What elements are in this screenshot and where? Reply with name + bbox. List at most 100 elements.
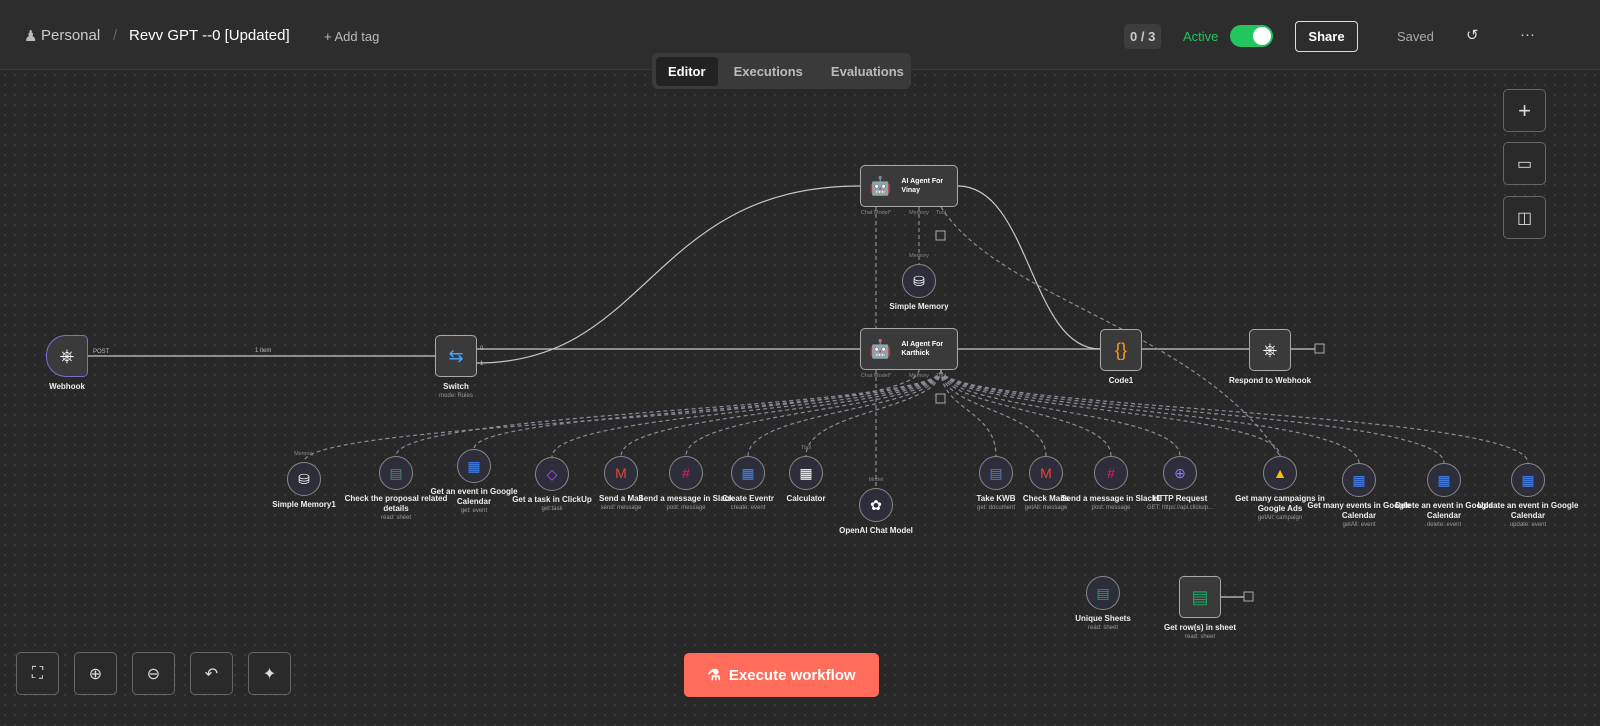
- undo-button[interactable]: ↶: [190, 652, 233, 695]
- clickup-icon: ◇: [546, 465, 558, 482]
- node-title: AI Agent For Vinay: [901, 178, 944, 194]
- sheets-icon: ▤: [1191, 586, 1209, 607]
- execute-workflow-button[interactable]: ⚗ Execute workflow: [684, 653, 879, 697]
- node-label: Unique Sheets read: sheet: [1048, 614, 1158, 633]
- add-node-button[interactable]: +: [1503, 89, 1546, 132]
- breadcrumb-separator: /: [113, 27, 118, 44]
- node-getrows[interactable]: ▤: [1179, 576, 1221, 618]
- subnode-get-many-campaigns-in-google-ads[interactable]: ▲: [1263, 456, 1297, 490]
- fit-view-button[interactable]: ⛶: [16, 652, 59, 695]
- node-respond[interactable]: ⎈: [1249, 329, 1291, 371]
- edge-label: 1: [480, 361, 484, 367]
- node-subtitle: update: event: [1509, 522, 1547, 528]
- edge-agent2-memory[interactable]: [303, 369, 920, 463]
- subnode-get-many-events-in-google-calendar[interactable]: ▦: [1342, 463, 1376, 497]
- code-icon: {}: [1114, 339, 1128, 360]
- node-title: Webhook: [49, 382, 85, 391]
- node-agent1[interactable]: 🤖 AI Agent For Vinay: [860, 165, 958, 207]
- slack-icon: #: [1107, 465, 1115, 481]
- edge-agent2-tool[interactable]: [473, 369, 942, 450]
- subnode-openai-chat-model[interactable]: ✿: [859, 488, 893, 522]
- workflow-counter: 0 / 3: [1124, 24, 1162, 49]
- share-button[interactable]: Share: [1295, 21, 1358, 52]
- node-agent2[interactable]: 🤖 AI Agent For Karthick: [860, 328, 958, 370]
- database-icon: ⛁: [913, 272, 925, 289]
- subnode-http-request[interactable]: ⊕: [1163, 456, 1197, 490]
- active-toggle[interactable]: [1230, 25, 1273, 47]
- docs-icon: ▤: [989, 464, 1003, 481]
- webhook-icon: ⎈: [1262, 339, 1278, 360]
- node-title: HTTP Request: [1152, 494, 1208, 503]
- subnode-send-a-mail[interactable]: M: [604, 456, 638, 490]
- zoom-in-button[interactable]: ⊕: [74, 652, 117, 695]
- node-label: Respond to Webhook: [1215, 376, 1325, 386]
- subnode-get-an-event-in-google-calendar[interactable]: ▦: [457, 449, 491, 483]
- node-code[interactable]: {}: [1100, 329, 1142, 371]
- connections-layer: POST 1 item 01: [88, 185, 1529, 602]
- port-label: Tool: [935, 210, 947, 216]
- node-label: Simple Memory: [864, 302, 974, 312]
- zoom-out-button[interactable]: ⊖: [132, 652, 175, 695]
- node-label: Switch mode: Rules: [401, 382, 511, 401]
- robot-icon: 🤖: [869, 175, 892, 196]
- calendar-icon: ▦: [741, 464, 755, 481]
- workflow-title[interactable]: Revv GPT --0 [Updated]: [129, 27, 290, 44]
- node-webhook[interactable]: ⎈: [46, 335, 88, 377]
- subnode-delete-an-event-in-google-calendar[interactable]: ▦: [1427, 463, 1461, 497]
- saved-status: Saved: [1397, 29, 1434, 44]
- node-title: Simple Memory: [889, 302, 949, 311]
- sheets-icon: ▤: [1096, 584, 1110, 601]
- robot-icon: 🤖: [869, 338, 892, 359]
- subnode-take-kwb[interactable]: ▤: [979, 456, 1013, 490]
- edge-agent2-tool[interactable]: [940, 369, 997, 457]
- edge-agent2-tool[interactable]: [620, 369, 942, 457]
- add-connection-plus-icon[interactable]: [1314, 343, 1325, 354]
- slack-icon: #: [682, 465, 690, 481]
- subnode-get-a-task-in-clickup[interactable]: ◇: [535, 457, 569, 491]
- sticky-note-button[interactable]: ▭: [1503, 142, 1546, 185]
- node-switch[interactable]: ⇆: [435, 335, 477, 377]
- subnode-send-a-message-in-slack1[interactable]: #: [1094, 456, 1128, 490]
- node-label: Calculator: [751, 494, 861, 504]
- edge-switch-agent1[interactable]: [476, 185, 861, 364]
- google-ads-icon: ▲: [1273, 465, 1287, 481]
- execute-label: Execute workflow: [728, 666, 856, 684]
- history-icon[interactable]: ↺: [1466, 26, 1479, 44]
- edge-agent1-code[interactable]: [957, 185, 1101, 350]
- port-label: Tool: [800, 445, 812, 451]
- node-subtitle: read: sheet: [1184, 634, 1216, 640]
- tidy-up-button[interactable]: ✦: [248, 652, 291, 695]
- subnode-update-an-event-in-google-calendar[interactable]: ▦: [1511, 463, 1545, 497]
- port-label: Memory: [909, 253, 929, 259]
- user-icon: ♟: [24, 28, 38, 45]
- node-title: AI Agent For Karthick: [901, 341, 944, 357]
- tab-evaluations[interactable]: Evaluations: [819, 57, 916, 86]
- edge-agent2-tool[interactable]: [551, 369, 942, 458]
- node-label: Webhook: [12, 382, 122, 392]
- subnode-send-a-message-in-slack[interactable]: #: [669, 456, 703, 490]
- subnode-check-the-proposal-related-details[interactable]: ▤: [379, 456, 413, 490]
- openai-icon: ✿: [870, 496, 882, 513]
- add-connection-plus-icon[interactable]: [935, 393, 946, 404]
- add-connection-plus-icon[interactable]: [935, 230, 946, 241]
- subnode-simple-memory[interactable]: ⛁: [902, 264, 936, 298]
- node-title: OpenAI Chat Model: [839, 526, 913, 535]
- edge-agent2-tool[interactable]: [805, 369, 942, 457]
- breadcrumb-workspace[interactable]: Personal: [41, 27, 100, 44]
- subnode-check-mails[interactable]: M: [1029, 456, 1063, 490]
- toggle-panel-button[interactable]: ◫: [1503, 196, 1546, 239]
- node-label: Get row(s) in sheet read: sheet: [1145, 623, 1255, 642]
- edge-agent2-tool[interactable]: [747, 369, 942, 457]
- calendar-icon: ▦: [467, 457, 481, 474]
- subnode-create-eventr[interactable]: ▦: [731, 456, 765, 490]
- subnode-simple-memory1[interactable]: ⛁: [287, 462, 321, 496]
- tab-editor[interactable]: Editor: [656, 56, 718, 86]
- tab-executions[interactable]: Executions: [722, 57, 815, 86]
- more-menu-button[interactable]: ···: [1520, 26, 1535, 43]
- add-tag-button[interactable]: + Add tag: [324, 29, 379, 44]
- add-connection-plus-icon[interactable]: [1243, 591, 1254, 602]
- subnode-calculator[interactable]: ▦: [789, 456, 823, 490]
- subnode-unique-sheets[interactable]: ▤: [1086, 576, 1120, 610]
- gmail-icon: M: [615, 465, 627, 481]
- node-label: OpenAI Chat Model: [821, 526, 931, 536]
